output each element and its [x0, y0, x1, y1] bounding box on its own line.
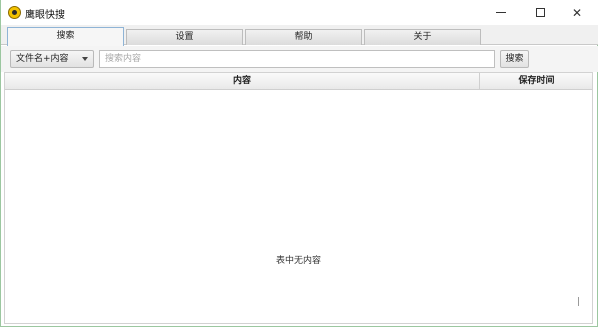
- search-button[interactable]: 搜索: [500, 50, 529, 68]
- search-scope-value: 文件名+内容: [16, 54, 69, 64]
- column-header-save-time[interactable]: 保存时间: [481, 73, 592, 90]
- resize-handle[interactable]: [578, 297, 579, 306]
- window-title: 鹰眼快搜: [25, 10, 65, 21]
- close-button[interactable]: ✕: [561, 0, 593, 25]
- chevron-down-icon: [82, 57, 88, 61]
- minimize-icon: [496, 12, 506, 13]
- search-input[interactable]: [99, 50, 495, 68]
- empty-table-message: 表中无内容: [275, 256, 321, 266]
- tab-help[interactable]: 帮助: [245, 29, 362, 45]
- tab-search[interactable]: 搜索: [7, 27, 124, 46]
- title-bar: 鹰眼快搜 ✕: [1, 0, 598, 25]
- minimize-button[interactable]: [485, 0, 517, 25]
- table-header: 内容 保存时间: [5, 73, 592, 90]
- search-scope-dropdown[interactable]: 文件名+内容: [10, 50, 94, 68]
- tab-about[interactable]: 关于: [364, 29, 481, 45]
- maximize-icon: [535, 8, 545, 17]
- results-table: 内容 保存时间 表中无内容: [4, 72, 593, 324]
- tab-bar: 搜索 设置 帮助 关于: [1, 25, 598, 46]
- app-window: 鹰眼快搜 ✕ 搜索 设置 帮助 关于 文件名+内容 搜索 内容 保存时间 表中无…: [0, 0, 598, 327]
- search-bar: 文件名+内容 搜索: [1, 46, 598, 72]
- close-icon: ✕: [571, 5, 583, 20]
- tab-settings[interactable]: 设置: [126, 29, 243, 45]
- maximize-button[interactable]: [524, 0, 556, 25]
- column-header-content[interactable]: 内容: [5, 73, 480, 90]
- eagle-eye-app-icon: [8, 6, 21, 19]
